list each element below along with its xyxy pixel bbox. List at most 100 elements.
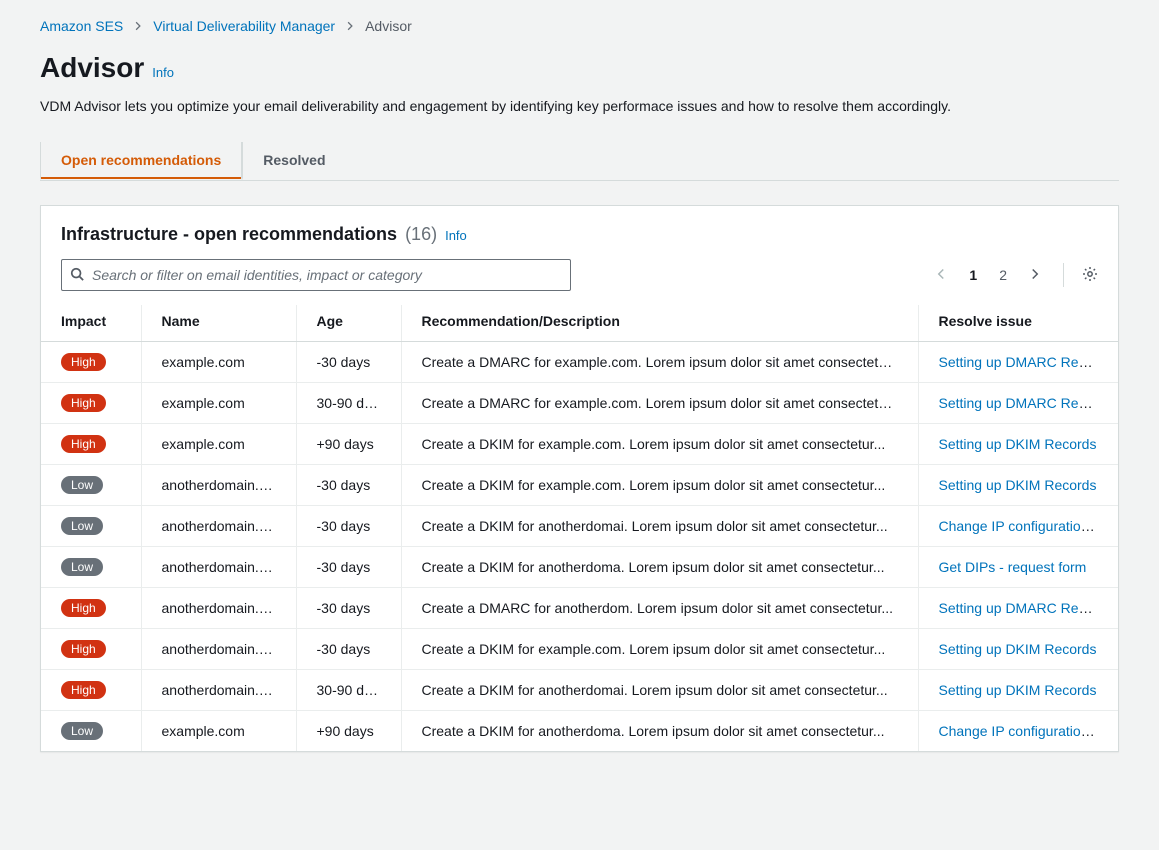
- panel-count: (16): [405, 224, 437, 245]
- cell-description: Create a DMARC for example.com. Lorem ip…: [401, 342, 918, 383]
- cell-resolve: Setting up DKIM Records: [918, 424, 1118, 465]
- gear-icon: [1082, 266, 1098, 285]
- table-row: Lowanotherdomain.com-30 daysCreate a DKI…: [41, 465, 1118, 506]
- cell-impact: High: [41, 670, 141, 711]
- impact-badge: Low: [61, 558, 103, 576]
- table-row: Highexample.com+90 daysCreate a DKIM for…: [41, 424, 1118, 465]
- resolve-link[interactable]: Setting up DKIM Records: [939, 682, 1097, 698]
- breadcrumb-current: Advisor: [365, 18, 412, 34]
- cell-description: Create a DMARC for anotherdom. Lorem ips…: [401, 588, 918, 629]
- cell-age: 30-90 days: [296, 670, 401, 711]
- cell-impact: Low: [41, 711, 141, 752]
- cell-description: Create a DKIM for example.com. Lorem ips…: [401, 424, 918, 465]
- cell-description: Create a DKIM for example.com. Lorem ips…: [401, 465, 918, 506]
- page-title: Advisor: [40, 52, 144, 84]
- table-row: High anotherdomain.com-30 daysCreate a DM…: [41, 588, 1118, 629]
- table-row: High example.com-30 daysCreate a DMARC fo…: [41, 342, 1118, 383]
- search-input[interactable]: [92, 267, 562, 283]
- cell-impact: Low: [41, 465, 141, 506]
- cell-resolve: Setting up DMARC Records: [918, 342, 1118, 383]
- search-field-wrapper[interactable]: [61, 259, 571, 291]
- resolve-link[interactable]: Setting up DKIM Records: [939, 477, 1097, 493]
- resolve-link[interactable]: Setting up DKIM Records: [939, 436, 1097, 452]
- impact-badge: High: [61, 681, 106, 699]
- cell-age: -30 days: [296, 629, 401, 670]
- cell-description: Create a DKIM for anotherdomai. Lorem ip…: [401, 506, 918, 547]
- breadcrumb: Amazon SES Virtual Deliverability Manage…: [40, 18, 1119, 34]
- cell-name: anotherdomain.com: [141, 670, 296, 711]
- resolve-link[interactable]: Change IP configuration set: [939, 518, 1112, 534]
- resolve-link[interactable]: Get DIPs - request form: [939, 559, 1087, 575]
- chevron-right-icon: [133, 18, 143, 34]
- next-page-button[interactable]: [1025, 265, 1045, 285]
- tab-open-recommendations[interactable]: Open recommendations: [40, 142, 242, 180]
- search-icon: [70, 267, 84, 284]
- cell-impact: High: [41, 383, 141, 424]
- panel-title: Infrastructure - open recommendations: [61, 224, 397, 245]
- cell-resolve: Setting up DKIM Records: [918, 629, 1118, 670]
- impact-badge: High: [61, 353, 106, 371]
- cell-resolve: Get DIPs - request form: [918, 547, 1118, 588]
- resolve-link[interactable]: Change IP configuration set: [939, 723, 1112, 739]
- tab-resolved[interactable]: Resolved: [242, 142, 345, 180]
- breadcrumb-link[interactable]: Virtual Deliverability Manager: [153, 18, 335, 34]
- page-number[interactable]: 1: [965, 265, 981, 285]
- pagination: 1 2: [931, 263, 1098, 287]
- cell-description: Create a DMARC for example.com. Lorem ip…: [401, 383, 918, 424]
- resolve-link[interactable]: Setting up DMARC Records: [939, 395, 1113, 411]
- table-row: Highexample.com30-90 daysCreate a DMARC …: [41, 383, 1118, 424]
- cell-resolve: Setting up DMARC Records: [918, 383, 1118, 424]
- settings-button[interactable]: [1082, 266, 1098, 285]
- cell-age: +90 days: [296, 424, 401, 465]
- recommendations-panel: Infrastructure - open recommendations (1…: [40, 205, 1119, 752]
- impact-badge: High: [61, 599, 106, 617]
- divider: [1063, 263, 1064, 287]
- resolve-link[interactable]: Setting up DMARC Records: [939, 354, 1113, 370]
- cell-name: anotherdomain.com: [141, 506, 296, 547]
- column-header-name[interactable]: Name: [141, 305, 296, 342]
- cell-impact: High: [41, 588, 141, 629]
- cell-name: example.com: [141, 342, 296, 383]
- column-header-impact[interactable]: Impact: [41, 305, 141, 342]
- impact-badge: Low: [61, 517, 103, 535]
- cell-age: -30 days: [296, 588, 401, 629]
- column-header-description[interactable]: Recommendation/Description: [401, 305, 918, 342]
- column-header-age[interactable]: Age: [296, 305, 401, 342]
- cell-name: anotherdomain.com: [141, 588, 296, 629]
- cell-impact: Low: [41, 506, 141, 547]
- cell-age: 30-90 days: [296, 383, 401, 424]
- impact-badge: Low: [61, 722, 103, 740]
- cell-impact: High: [41, 424, 141, 465]
- info-link[interactable]: Info: [152, 65, 174, 80]
- cell-resolve: Change IP configuration set: [918, 506, 1118, 547]
- breadcrumb-link[interactable]: Amazon SES: [40, 18, 123, 34]
- page-number[interactable]: 2: [995, 265, 1011, 285]
- cell-age: -30 days: [296, 547, 401, 588]
- prev-page-button: [931, 265, 951, 285]
- impact-badge: High: [61, 640, 106, 658]
- cell-age: -30 days: [296, 506, 401, 547]
- cell-impact: High: [41, 629, 141, 670]
- cell-impact: High: [41, 342, 141, 383]
- resolve-link[interactable]: Setting up DKIM Records: [939, 641, 1097, 657]
- info-link[interactable]: Info: [445, 228, 467, 243]
- cell-name: anotherdomain.com: [141, 465, 296, 506]
- cell-name: example.com: [141, 424, 296, 465]
- tabs: Open recommendations Resolved: [40, 142, 1119, 181]
- table-row: Low anotherdomain.com-30 daysCreate a DKI…: [41, 547, 1118, 588]
- impact-badge: Low: [61, 476, 103, 494]
- table-row: Low anotherdomain.com-30 daysCreate a DKI…: [41, 506, 1118, 547]
- cell-resolve: Setting up DKIM Records: [918, 670, 1118, 711]
- cell-name: example.com: [141, 711, 296, 752]
- cell-resolve: Setting up DKIM Records: [918, 465, 1118, 506]
- table-row: High anotherdomain.com-30 daysCreate a DK…: [41, 629, 1118, 670]
- column-header-resolve[interactable]: Resolve issue: [918, 305, 1118, 342]
- cell-description: Create a DKIM for anotherdoma. Lorem ips…: [401, 547, 918, 588]
- cell-name: anotherdomain.com: [141, 629, 296, 670]
- cell-name: anotherdomain.com: [141, 547, 296, 588]
- page-description: VDM Advisor lets you optimize your email…: [40, 98, 1119, 114]
- cell-age: -30 days: [296, 342, 401, 383]
- table-row: Lowexample.com+90 daysCreate a DKIM for …: [41, 711, 1118, 752]
- cell-description: Create a DKIM for example.com. Lorem ips…: [401, 629, 918, 670]
- resolve-link[interactable]: Setting up DMARC Records: [939, 600, 1113, 616]
